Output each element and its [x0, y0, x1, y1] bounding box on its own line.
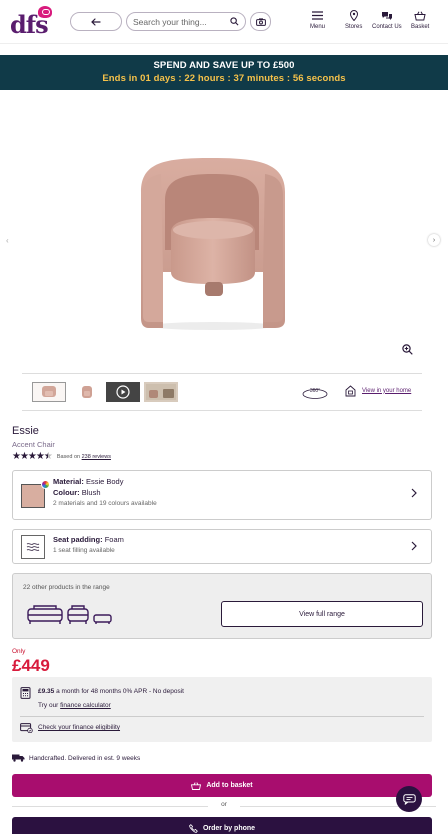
nav-contact-label: Contact Us — [372, 24, 402, 30]
colour-value: Blush — [81, 488, 101, 497]
seat-value: Foam — [104, 535, 124, 544]
delivery-truck-icon — [12, 754, 25, 762]
dfs-logo[interactable]: dfs — [10, 6, 52, 39]
thumbnail-video[interactable] — [106, 382, 140, 402]
live-chat-button[interactable] — [396, 786, 422, 812]
seat-key: Seat padding: — [53, 535, 103, 544]
colour-key: Colour: — [53, 488, 80, 497]
search-icon[interactable] — [230, 17, 239, 26]
phone-icon — [189, 824, 198, 833]
seat-availability: 1 seat filling available — [53, 547, 115, 554]
product-name: Essie — [12, 425, 39, 437]
thumbnail-lifestyle[interactable] — [144, 382, 178, 402]
material-line: Material: Essie Body — [53, 477, 157, 486]
view-in-home-label: View in your home — [362, 387, 412, 394]
thumbnail-strip: 360° View in your home — [22, 373, 422, 411]
logo-badge-icon — [38, 6, 52, 18]
finance-offer: £9.35 a month for 48 months 0% APR - No … — [38, 688, 184, 695]
zoom-in-icon[interactable] — [402, 344, 413, 355]
add-to-basket-button[interactable]: Add to basket — [12, 774, 432, 797]
product-price: £449 — [12, 656, 50, 675]
gallery-prev-icon[interactable]: ‹ — [6, 236, 9, 245]
card-check-icon — [20, 723, 33, 733]
nav-menu-label: Menu — [310, 24, 326, 30]
product-image[interactable] — [135, 152, 287, 332]
order-by-phone-button[interactable]: Order by phone — [12, 817, 432, 834]
rating-summary: ★★★★★★ Based on 238 reviews — [12, 451, 111, 462]
finance-eligibility-link[interactable]: Check your finance eligibility — [38, 724, 120, 731]
material-availability: 2 materials and 19 colours available — [53, 500, 157, 507]
360-label: 360° — [310, 388, 320, 394]
seat-padding-selector[interactable]: Seat padding: Foam 1 seat filling availa… — [12, 529, 432, 564]
promo-title: SPEND AND SAVE UP TO £500 — [153, 60, 295, 71]
delivery-text: Handcrafted. Delivered in est. 9 weeks — [29, 754, 141, 762]
back-button[interactable] — [70, 12, 122, 31]
nav-menu[interactable]: Menu — [310, 10, 325, 30]
visual-search-button[interactable] — [250, 12, 271, 31]
nav-contact[interactable]: Contact Us — [372, 10, 402, 30]
nav-stores[interactable]: Stores — [345, 10, 362, 30]
finance-box: £9.35 a month for 48 months 0% APR - No … — [12, 677, 432, 742]
calculator-icon — [20, 687, 31, 699]
hamburger-icon — [312, 10, 323, 21]
site-header: dfs Menu Stores Contact Us Basket — [0, 0, 448, 44]
product-type: Accent Chair — [12, 440, 55, 449]
range-section: 22 other products in the range View full… — [12, 573, 432, 639]
view-in-home-link[interactable]: View in your home — [344, 384, 411, 397]
nav-basket[interactable]: Basket — [411, 10, 429, 30]
thumbnail-front[interactable] — [32, 382, 66, 402]
delivery-info: Handcrafted. Delivered in est. 9 weeks — [12, 754, 140, 762]
chevron-right-icon — [411, 488, 417, 501]
or-divider: or — [0, 801, 448, 808]
range-count-text: 22 other products in the range — [23, 584, 110, 591]
finance-calculator-line: Try our finance calculator — [38, 702, 111, 709]
order-by-phone-label: Order by phone — [202, 825, 256, 832]
range-furniture-icon — [27, 605, 112, 624]
search-input[interactable] — [133, 16, 223, 27]
finance-divider — [20, 716, 424, 717]
product-gallery: ‹ › — [0, 90, 448, 372]
360-view-icon[interactable]: 360° — [302, 386, 328, 400]
reviews-link[interactable]: 238 reviews — [82, 454, 111, 460]
nav-stores-label: Stores — [345, 24, 363, 30]
promo-banner[interactable]: SPEND AND SAVE UP TO £500 Ends in 01 day… — [0, 55, 448, 90]
search-bar[interactable] — [126, 12, 246, 31]
colour-line: Colour: Blush — [53, 488, 157, 497]
basket-icon — [414, 10, 426, 21]
promo-countdown: Ends in 01 days : 22 hours : 37 minutes … — [102, 73, 346, 84]
finance-try-prefix: Try our — [38, 702, 61, 709]
finance-calculator-link[interactable]: finance calculator — [60, 702, 111, 709]
nav-basket-label: Basket — [411, 24, 430, 30]
arrow-left-icon — [91, 17, 101, 26]
thumbnail-angle[interactable] — [70, 382, 104, 402]
colour-wheel-icon — [41, 480, 50, 489]
view-full-range-button[interactable]: View full range — [221, 601, 423, 627]
finance-terms: a month for 48 months 0% APR - No deposi… — [54, 688, 184, 695]
camera-icon — [255, 17, 266, 26]
star-rating-icon: ★★★★★★ — [12, 451, 53, 462]
chat-bubbles-icon — [381, 10, 393, 21]
finance-monthly: £9.35 — [38, 688, 55, 695]
rating-prefix: Based on — [56, 453, 81, 460]
price-prefix: Only — [12, 648, 26, 655]
play-icon — [116, 385, 130, 399]
chat-icon — [402, 793, 416, 805]
add-to-basket-label: Add to basket — [206, 782, 253, 789]
foam-icon — [21, 535, 45, 559]
ar-home-icon — [345, 385, 356, 397]
material-value: Essie Body — [85, 477, 124, 486]
material-key: Material: — [53, 477, 84, 486]
rating-text: Based on 238 reviews — [57, 454, 111, 460]
seat-line: Seat padding: Foam — [53, 535, 124, 544]
material-colour-selector[interactable]: Material: Essie Body Colour: Blush 2 mat… — [12, 470, 432, 520]
basket-icon — [191, 781, 202, 790]
chevron-right-icon — [411, 541, 417, 554]
gallery-next-icon[interactable]: › — [428, 234, 440, 246]
location-pin-icon — [349, 10, 358, 21]
